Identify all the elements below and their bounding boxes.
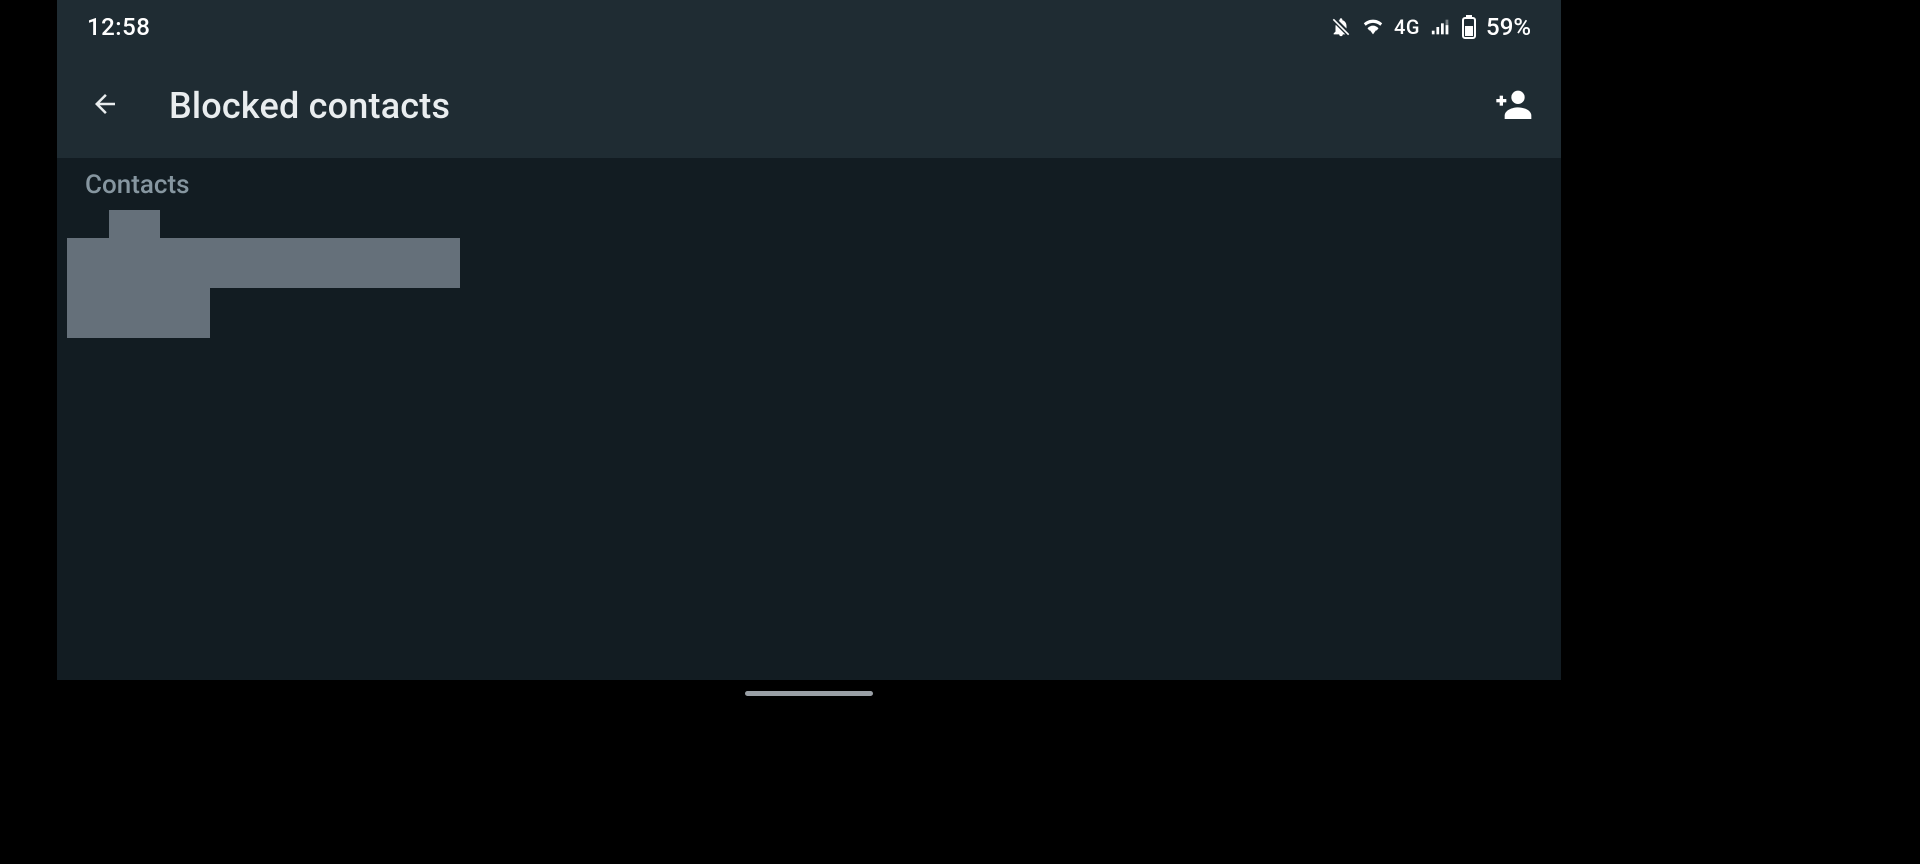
back-button[interactable]: Back [81,82,129,130]
status-left: 12:58 [87,13,150,41]
redacted-contact-mosaic [67,210,467,350]
wifi-icon [1362,16,1384,38]
notifications-off-icon [1330,16,1352,38]
cellular-signal-icon [1430,16,1452,38]
system-nav-bar [57,680,1561,706]
arrow-left-icon [90,89,120,123]
status-bar: 12:58 4G [57,0,1561,54]
status-time: 12:58 [87,13,150,41]
person-add-icon [1493,84,1533,128]
section-header-contacts: Contacts [57,158,1561,210]
page-title: Blocked contacts [169,85,450,127]
status-right: 4G 59% [1330,13,1531,41]
app-bar: Back Blocked contacts Add contact [57,54,1561,158]
battery-percent: 59% [1486,13,1531,41]
gesture-handle[interactable] [745,691,873,696]
device-frame: 12:58 4G [57,0,1561,706]
content-area: Contacts [57,158,1561,680]
blocked-contact-row[interactable] [57,210,1561,350]
network-type-label: 4G [1394,15,1420,39]
battery-icon [1462,15,1476,39]
add-contact-button[interactable]: Add contact [1489,82,1537,130]
